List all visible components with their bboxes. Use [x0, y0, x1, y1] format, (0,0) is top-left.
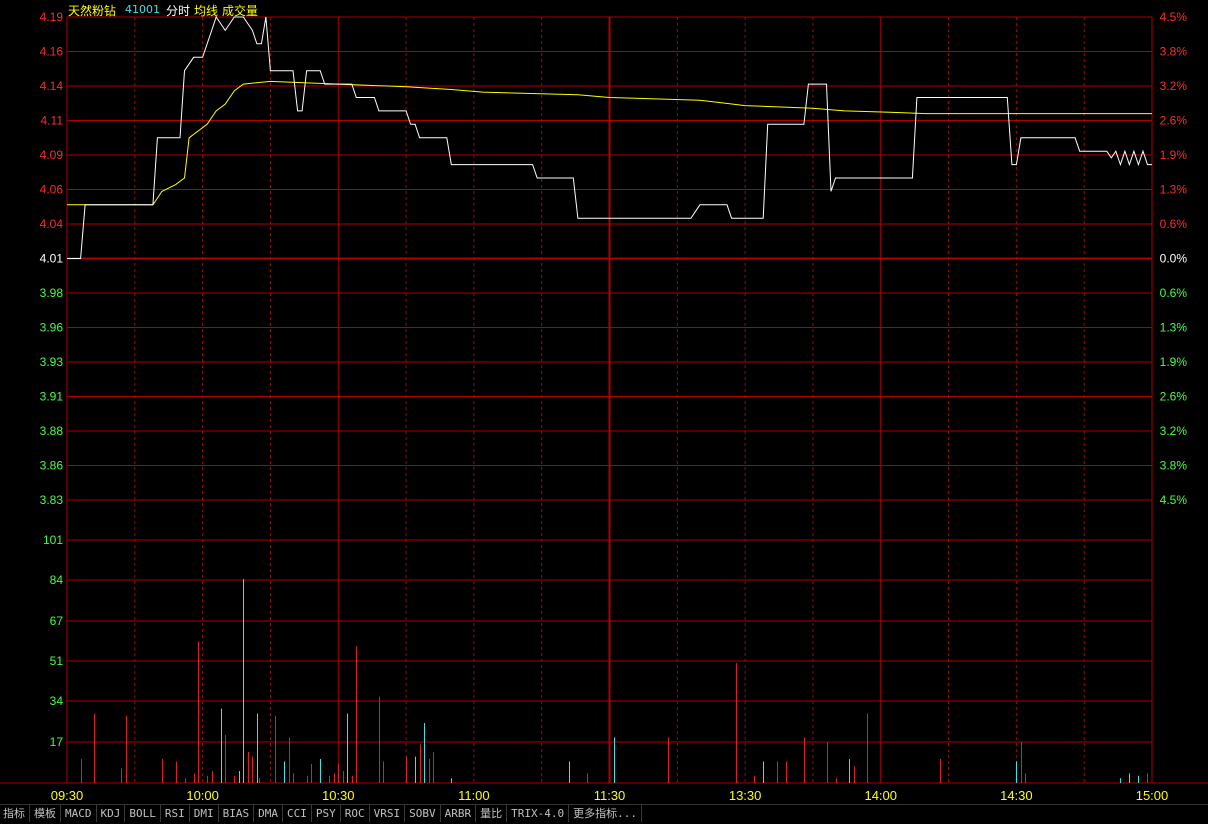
time-tick-label: 14:00	[864, 788, 897, 803]
toolbar-tab-15[interactable]: 量比	[476, 805, 508, 822]
price-tick-label: 4.06	[40, 183, 64, 197]
volume-tick-label: 51	[50, 654, 64, 668]
toolbar-tab-10[interactable]: PSY	[312, 805, 341, 822]
toolbar-tab-17[interactable]: 更多指标...	[569, 805, 642, 822]
percent-tick-label: 2.6%	[1160, 114, 1188, 128]
toolbar-tab-12[interactable]: VRSI	[370, 805, 406, 822]
percent-tick-label: 3.2%	[1160, 79, 1188, 93]
percent-tick-label: 4.5%	[1160, 493, 1188, 507]
percent-tick-label: 4.5%	[1160, 10, 1188, 24]
volume-tick-label: 101	[43, 533, 63, 547]
time-tick-label: 10:00	[186, 788, 219, 803]
time-tick-label: 11:30	[594, 788, 626, 803]
toolbar-tab-16[interactable]: TRIX-4.0	[507, 805, 570, 822]
price-tick-label: 4.16	[40, 45, 64, 59]
price-tick-label: 3.91	[40, 390, 64, 404]
percent-tick-label: 0.6%	[1160, 217, 1188, 231]
indicator-toolbar: 指标 模板 MACD KDJ BOLL RSI DMI BIAS DMA CCI PSY ROC VRS…	[0, 804, 1208, 824]
mode-label: 分时	[166, 4, 191, 18]
volume-label: 成交量	[222, 4, 259, 18]
price-tick-label: 4.01	[40, 252, 64, 266]
instrument-name: 天然粉钻	[68, 4, 117, 18]
percent-tick-label: 1.9%	[1160, 148, 1188, 162]
percent-tick-label: 3.2%	[1160, 424, 1188, 438]
price-tick-label: 3.88	[40, 424, 64, 438]
toolbar-tab-13[interactable]: SOBV	[405, 805, 441, 822]
toolbar-tab-9[interactable]: CCI	[283, 805, 312, 822]
time-tick-label: 10:30	[322, 788, 355, 803]
percent-tick-label: 0.6%	[1160, 286, 1188, 300]
time-tick-label: 11:00	[458, 788, 490, 803]
percent-tick-label: 3.8%	[1160, 45, 1188, 59]
toolbar-tab-5[interactable]: RSI	[161, 805, 190, 822]
toolbar-tab-2[interactable]: MACD	[61, 805, 97, 822]
percent-tick-label: 1.9%	[1160, 355, 1188, 369]
volume-tick-label: 67	[50, 614, 64, 628]
percent-tick-label: 3.8%	[1160, 459, 1188, 473]
price-tick-label: 4.11	[41, 114, 64, 128]
time-tick-label: 13:30	[729, 788, 762, 803]
toolbar-tab-1[interactable]: 模板	[30, 805, 61, 822]
price-tick-label: 4.04	[40, 217, 64, 231]
price-tick-label: 4.14	[40, 79, 64, 93]
toolbar-tab-3[interactable]: KDJ	[97, 805, 126, 822]
toolbar-tab-0[interactable]: 指标	[0, 805, 30, 822]
percent-tick-label: 1.3%	[1160, 183, 1188, 197]
chart-grid	[0, 16, 1208, 784]
time-tick-label: 09:30	[51, 788, 84, 803]
toolbar-tab-4[interactable]: BOLL	[125, 805, 161, 822]
avg-line-label: 均线	[194, 4, 219, 18]
volume-tick-label: 84	[50, 573, 64, 587]
price-tick-label: 3.98	[40, 286, 64, 300]
price-tick-label: 4.09	[40, 148, 64, 162]
toolbar-tab-7[interactable]: BIAS	[219, 805, 255, 822]
toolbar-tab-8[interactable]: DMA	[254, 805, 283, 822]
price-tick-label: 3.93	[40, 355, 64, 369]
time-tick-label: 14:30	[1000, 788, 1033, 803]
toolbar-tab-6[interactable]: DMI	[190, 805, 219, 822]
price-tick-label: 4.19	[40, 10, 64, 24]
instrument-code: 41001	[125, 3, 160, 16]
intraday-chart: 4.19 4.5% 4.16 3.8% 4.14 3.2% 4.11 2.6% 4.09 1.9%…	[0, 10, 1208, 803]
time-tick-label: 15:00	[1136, 788, 1169, 803]
toolbar-tab-11[interactable]: ROC	[341, 805, 370, 822]
percent-tick-label: 0.0%	[1160, 252, 1188, 266]
percent-tick-label: 2.6%	[1160, 390, 1188, 404]
axis-labels: 4.19 4.5% 4.16 3.8% 4.14 3.2% 4.11 2.6% 4.09 1.9%…	[40, 10, 1188, 803]
price-tick-label: 3.96	[40, 321, 64, 335]
volume-tick-label: 17	[50, 735, 64, 749]
price-tick-label: 3.83	[40, 493, 64, 507]
toolbar-tab-14[interactable]: ARBR	[441, 805, 477, 822]
volume-tick-label: 34	[50, 694, 64, 708]
price-tick-label: 3.86	[40, 459, 64, 473]
percent-tick-label: 1.3%	[1160, 321, 1188, 335]
volume-bars	[81, 579, 1148, 783]
